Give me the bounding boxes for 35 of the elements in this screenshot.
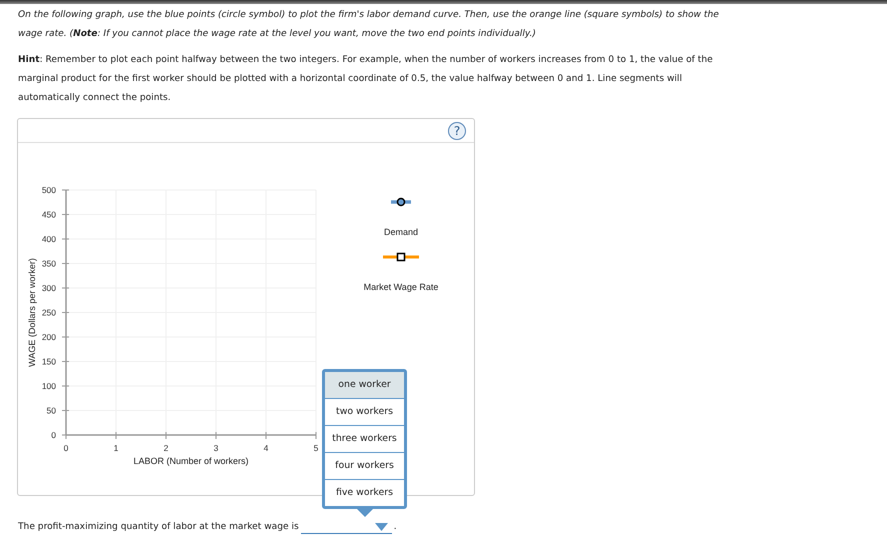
square-marker-icon[interactable]: [383, 252, 419, 262]
tick-label: 450: [42, 210, 56, 220]
question-text: The profit-maximizing quantity of labor at the market wage is: [18, 522, 299, 532]
dropdown-option[interactable]: four workers: [325, 452, 404, 479]
tick-label: 4: [264, 443, 268, 453]
dropdown-option[interactable]: three workers: [325, 425, 404, 452]
legend-label: Market Wage Rate: [364, 282, 438, 292]
tick-label: 150: [42, 356, 56, 366]
tick-label: 200: [42, 332, 56, 342]
tick-label: 1: [114, 443, 118, 453]
dropdown-option[interactable]: five workers: [325, 479, 404, 506]
tick-label: 250: [42, 308, 56, 318]
help-button[interactable]: ?: [448, 122, 466, 140]
circle-marker-icon[interactable]: [391, 198, 411, 206]
tick-label: 500: [42, 185, 56, 195]
tick-label: 350: [42, 258, 56, 268]
tick-label: 300: [42, 283, 56, 293]
caret-icon: [374, 523, 388, 531]
period-text: .: [394, 522, 397, 532]
tick-label: 0: [64, 443, 68, 453]
tick-label: 0: [51, 430, 56, 440]
dropdown-option[interactable]: two workers: [325, 398, 404, 425]
dropdown-option[interactable]: one worker: [325, 372, 404, 398]
answer-dropdown[interactable]: [300, 520, 392, 534]
legend-label: Demand: [384, 227, 418, 237]
hint-text: Hint: Remember to plot each point halfway between the two integers. For example, when the number of workers increases from 0 to 1, the value of the marginal product for the first worker should be plotted with a horizontal coordinate of 0.5, the value halfway between 0 and 1. Line segments will automatically connect the points.: [18, 54, 714, 105]
tick-label: 50: [46, 406, 56, 416]
tick-label: 5: [314, 443, 318, 453]
tick-label: 3: [214, 443, 218, 453]
tick-label: 100: [42, 381, 56, 391]
x-axis-title: LABOR (Number of workers): [133, 456, 249, 466]
tick-label: 400: [42, 234, 56, 244]
y-axis-title: WAGE (Dollars per worker): [27, 258, 37, 367]
instructions-text: On the following graph, use the blue points (circle symbol) to plot the firm's labor demand curve. Then, use the orange line (square symbols) to show the wage rate. (Note: If you cannot place the wage rate at the level you want, move the two end points individually.): [18, 9, 720, 41]
tick-label: 2: [164, 443, 168, 453]
